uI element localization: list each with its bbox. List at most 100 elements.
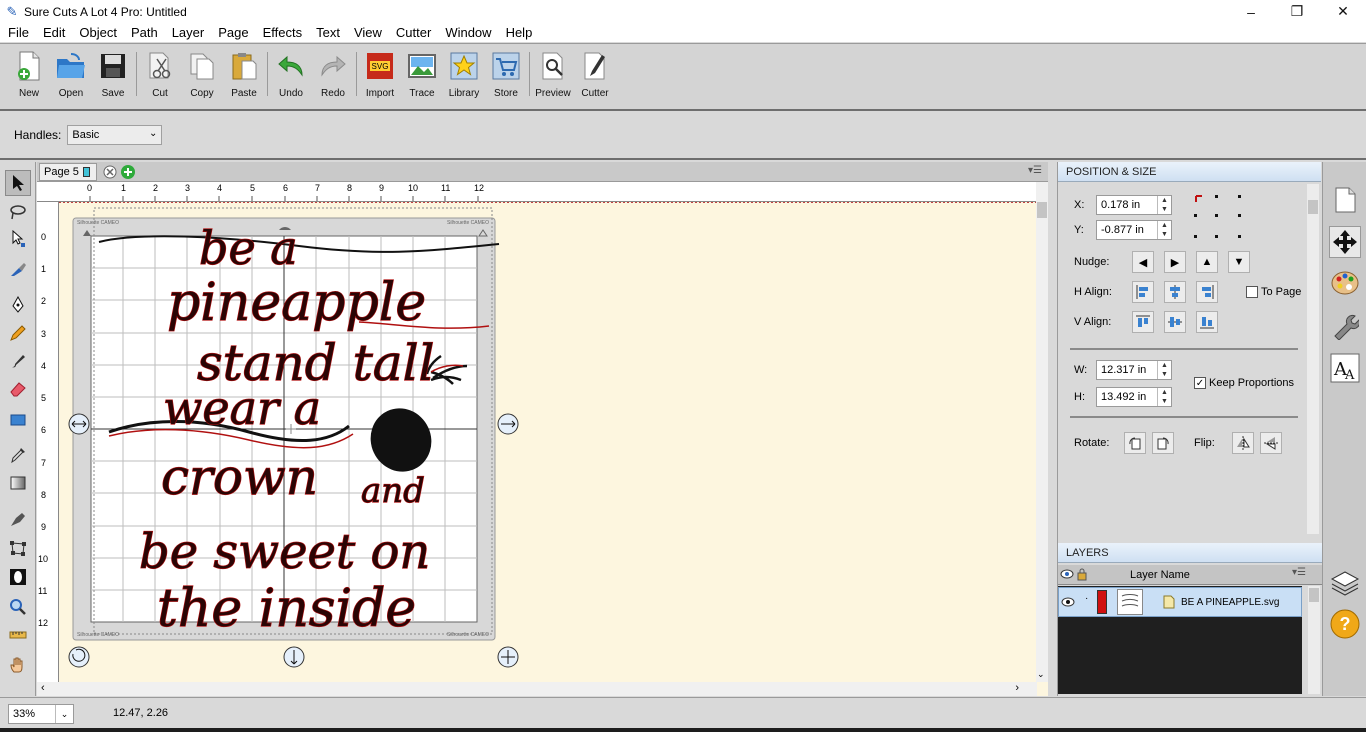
document-panel-button[interactable] [1329, 184, 1361, 216]
brush-tool[interactable] [5, 348, 31, 374]
spin-arrows-icon[interactable]: ▲ ▼ [1157, 361, 1171, 379]
reference-point-grid[interactable] [1194, 194, 1246, 240]
nudge-left-button[interactable]: ◀ [1132, 251, 1154, 273]
nudge-up-button[interactable]: ▲ [1196, 251, 1218, 273]
tab-menu-icon[interactable]: ▾☰ [1028, 165, 1042, 176]
width-input[interactable]: 12.317 in ▲ ▼ [1096, 360, 1172, 380]
layer-row[interactable]: · BE A PINEAPPLE.svg [1058, 587, 1302, 617]
align-top-button[interactable] [1132, 311, 1154, 333]
properties-scrollbar[interactable] [1307, 184, 1319, 534]
resize-handle-bottom[interactable] [283, 646, 305, 668]
tools-panel-button[interactable] [1329, 310, 1361, 342]
to-page-checkbox[interactable] [1246, 286, 1258, 298]
nudge-down-button[interactable]: ▼ [1228, 251, 1250, 273]
gradient-tool[interactable] [5, 470, 31, 496]
rotate-handle[interactable] [68, 646, 90, 668]
y-position-input[interactable]: -0.877 in ▲ ▼ [1096, 220, 1172, 240]
copy-button[interactable]: Copy [181, 50, 223, 110]
menu-view[interactable]: View [347, 23, 389, 42]
import-button[interactable]: SVG Import [359, 50, 401, 110]
layers-panel-button[interactable] [1329, 567, 1361, 599]
transform-tool[interactable] [5, 535, 31, 561]
scroll-left-icon[interactable]: ‹ [41, 682, 45, 694]
horizontal-scrollbar[interactable]: ‹ › [37, 682, 1037, 696]
fill-stroke-panel-button[interactable] [1329, 267, 1361, 299]
page-tab[interactable]: Page 5 [39, 163, 97, 181]
resize-handle-left[interactable] [68, 413, 90, 435]
vertical-scrollbar[interactable]: ⌄ [1036, 182, 1048, 682]
cutter-button[interactable]: Cutter [574, 50, 616, 110]
resize-handle-right[interactable] [497, 413, 519, 435]
menu-cutter[interactable]: Cutter [389, 23, 438, 42]
layer-color-swatch[interactable] [1097, 590, 1107, 614]
paste-button[interactable]: Paste [223, 50, 265, 110]
bezier-tool[interactable] [5, 506, 31, 532]
add-page-icon[interactable] [120, 164, 136, 183]
move-handle[interactable] [497, 646, 519, 668]
save-button[interactable]: Save [92, 50, 134, 110]
x-position-input[interactable]: 0.178 in ▲ ▼ [1096, 195, 1172, 215]
flip-horizontal-button[interactable] [1232, 432, 1254, 454]
pen-tool[interactable] [5, 292, 31, 318]
trace-button[interactable]: Trace [401, 50, 443, 110]
menu-layer[interactable]: Layer [165, 23, 212, 42]
knife-tool[interactable] [5, 256, 31, 282]
open-button[interactable]: Open [50, 50, 92, 110]
menu-object[interactable]: Object [72, 23, 124, 42]
maximize-button[interactable]: ❐ [1274, 0, 1320, 23]
store-button[interactable]: Store [485, 50, 527, 110]
scroll-thumb[interactable] [1308, 200, 1318, 214]
close-button[interactable]: ✕ [1320, 0, 1366, 23]
scroll-right-icon[interactable]: › [1015, 682, 1019, 694]
align-left-button[interactable] [1132, 281, 1154, 303]
minimize-button[interactable]: – [1228, 0, 1274, 23]
spin-arrows-icon[interactable]: ▲ ▼ [1157, 388, 1171, 406]
scroll-down-icon[interactable]: ⌄ [1037, 669, 1045, 680]
menu-help[interactable]: Help [499, 23, 540, 42]
height-input[interactable]: 13.492 in ▲ ▼ [1096, 387, 1172, 407]
align-bottom-button[interactable] [1196, 311, 1218, 333]
menu-page[interactable]: Page [211, 23, 255, 42]
align-center-h-button[interactable] [1164, 281, 1186, 303]
pan-tool[interactable] [5, 652, 31, 678]
handles-select[interactable]: Basic ⌄ [67, 125, 163, 145]
spin-arrows-icon[interactable]: ▲ ▼ [1157, 221, 1171, 239]
menu-effects[interactable]: Effects [256, 23, 310, 42]
pencil-tool[interactable] [5, 320, 31, 346]
menu-edit[interactable]: Edit [36, 23, 72, 42]
scroll-thumb[interactable] [1037, 202, 1047, 218]
layers-menu-icon[interactable]: ▾☰ [1292, 567, 1306, 578]
keep-proportions-checkbox[interactable]: ✓ [1194, 377, 1206, 389]
menu-text[interactable]: Text [309, 23, 347, 42]
measure-tool[interactable] [5, 622, 31, 648]
lock-icon[interactable] [1076, 567, 1088, 584]
select-tool[interactable] [5, 170, 31, 196]
rotate-left-button[interactable] [1124, 432, 1146, 454]
spin-arrows-icon[interactable]: ▲ ▼ [1157, 196, 1171, 214]
preview-button[interactable]: Preview [532, 50, 574, 110]
menu-window[interactable]: Window [438, 23, 498, 42]
eye-visibility-icon[interactable] [1061, 596, 1075, 611]
menu-path[interactable]: Path [124, 23, 165, 42]
help-button[interactable]: ? [1329, 608, 1361, 640]
cut-button[interactable]: Cut [139, 50, 181, 110]
lasso-tool[interactable] [5, 199, 31, 225]
zoom-select[interactable]: 33% ⌄ [8, 704, 74, 724]
align-right-button[interactable] [1196, 281, 1218, 303]
nudge-right-button[interactable]: ▶ [1164, 251, 1186, 273]
position-size-panel-button[interactable] [1329, 226, 1361, 258]
flip-vertical-button[interactable] [1260, 432, 1282, 454]
shape-tool[interactable] [5, 407, 31, 433]
zoom-tool[interactable] [5, 594, 31, 620]
library-button[interactable]: Library [443, 50, 485, 110]
contour-tool[interactable] [5, 564, 31, 590]
close-page-icon[interactable] [103, 165, 117, 182]
rotate-right-button[interactable] [1152, 432, 1174, 454]
align-middle-button[interactable] [1164, 311, 1186, 333]
undo-button[interactable]: Undo [270, 50, 312, 110]
new-button[interactable]: New [8, 50, 50, 110]
node-edit-tool[interactable] [5, 226, 31, 252]
eye-visibility-icon[interactable] [1060, 568, 1074, 583]
eyedropper-tool[interactable] [5, 442, 31, 468]
menu-file[interactable]: File [0, 23, 36, 42]
